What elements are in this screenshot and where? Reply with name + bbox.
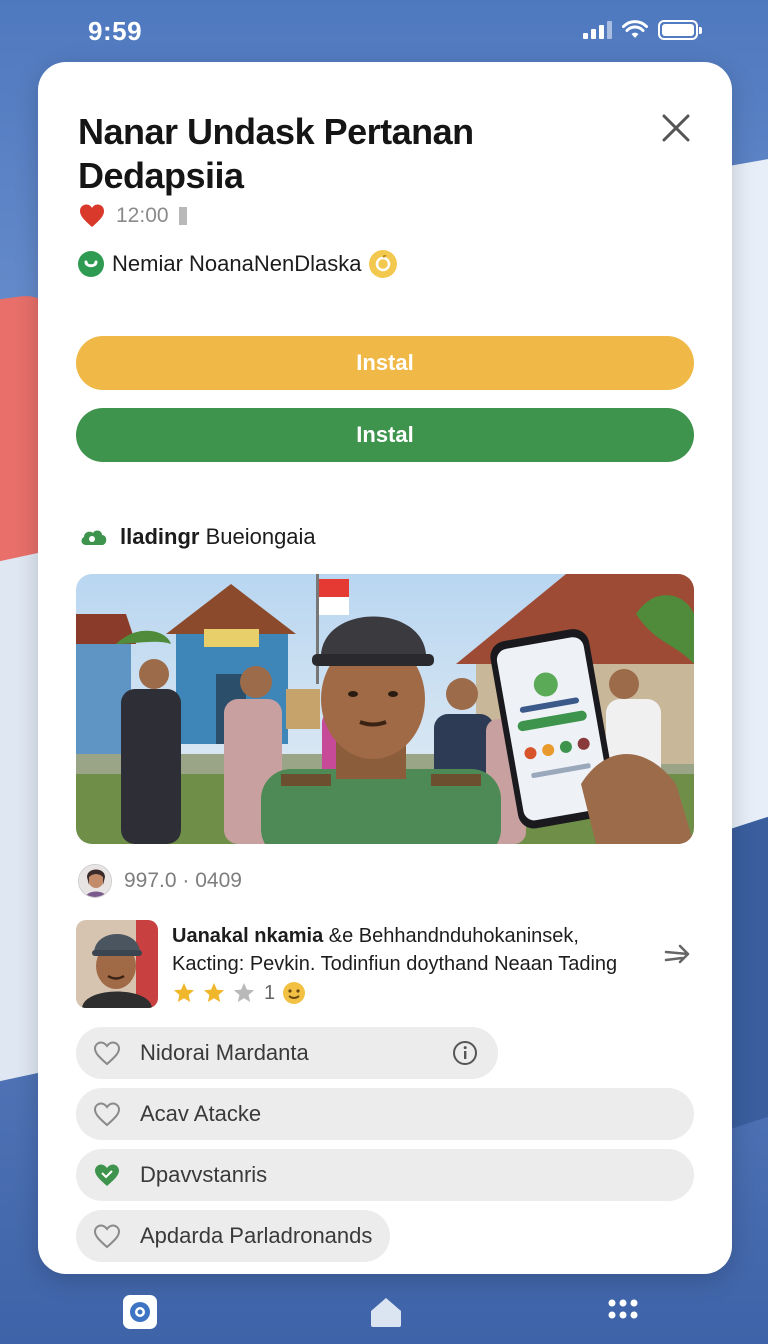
star-filled-icon xyxy=(174,983,194,1002)
battery-icon xyxy=(658,20,702,40)
close-button[interactable] xyxy=(658,110,694,146)
wifi-icon xyxy=(622,20,648,38)
status-icons xyxy=(583,20,702,40)
verified-icon xyxy=(78,251,104,277)
reviewer-avatar[interactable] xyxy=(76,920,158,1008)
install-button-secondary[interactable]: Instal xyxy=(76,408,694,462)
rating-stars: 1 xyxy=(172,980,307,1006)
emoji-icon xyxy=(283,982,306,1004)
heart-outline-icon xyxy=(93,1102,121,1127)
review-date-row: 997.0 · 0409 xyxy=(78,864,242,898)
option-item[interactable]: Apdarda Parladronands xyxy=(76,1210,390,1262)
option-label: Nidorai Mardanta xyxy=(140,1040,309,1065)
option-label: Acav Atacke xyxy=(140,1101,262,1126)
section-title: lladingr Bueiongaia xyxy=(120,524,316,549)
review-text: Uanakal nkamia &e Behhandnduhokaninsek, … xyxy=(172,922,652,978)
developer-name: Nemiar NoanaNenDlaska xyxy=(112,251,362,276)
status-time: 9:59 xyxy=(88,16,143,46)
info-icon[interactable] xyxy=(452,1040,478,1066)
heart-outline-icon xyxy=(93,1041,121,1066)
meta-time: 12:00 xyxy=(116,204,169,227)
star-empty-icon xyxy=(234,983,254,1002)
home-icon xyxy=(371,1298,401,1327)
share-button[interactable] xyxy=(662,940,694,972)
avatar[interactable] xyxy=(78,864,112,898)
hero-illustration xyxy=(76,574,694,844)
app-icon xyxy=(123,1295,157,1329)
heart-filled-icon xyxy=(95,1164,119,1186)
heart-outline-icon xyxy=(93,1224,121,1249)
meta-divider xyxy=(178,207,187,225)
more-icon xyxy=(608,1299,638,1319)
review-date: 997.0 · 0409 xyxy=(124,869,242,892)
nav-app-button[interactable] xyxy=(120,1292,160,1332)
option-item[interactable]: Nidorai Mardanta xyxy=(76,1027,498,1079)
app-detail-card: Nanar Undask Pertanan Dedapsiia 12:00 Ne… xyxy=(38,62,732,1274)
meta-row: 12:00 xyxy=(78,202,187,230)
option-item[interactable]: Acav Atacke xyxy=(76,1088,694,1140)
option-item[interactable]: Dpavvstanris xyxy=(76,1149,694,1201)
option-label: Dpavvstanris xyxy=(140,1162,268,1187)
screenshot-image[interactable] xyxy=(76,574,694,844)
option-label: Apdarda Parladronands xyxy=(140,1223,373,1248)
install-button-primary[interactable]: Instal xyxy=(76,336,694,390)
page-title: Nanar Undask Pertanan Dedapsiia xyxy=(78,111,474,196)
reviewer-name: Uanakal nkamia xyxy=(172,925,324,947)
star-filled-icon xyxy=(204,983,224,1002)
rating-count: 1 xyxy=(264,981,276,1004)
status-bar: 9:59 xyxy=(0,0,768,62)
close-icon xyxy=(662,114,690,142)
coin-icon xyxy=(369,250,398,278)
signal-icon xyxy=(583,21,612,39)
section-header: lladingr Bueiongaia xyxy=(78,524,316,550)
developer-row[interactable]: Nemiar NoanaNenDlaska xyxy=(78,250,398,278)
heart-pin-icon xyxy=(80,204,104,227)
arrow-right-icon xyxy=(664,944,690,964)
nav-more-button[interactable] xyxy=(603,1292,643,1332)
bottom-navigation xyxy=(0,1274,768,1344)
review-item: Uanakal nkamia &e Behhandnduhokaninsek, … xyxy=(76,920,694,1012)
nav-home-button[interactable] xyxy=(366,1292,406,1332)
cloud-icon xyxy=(81,530,107,545)
